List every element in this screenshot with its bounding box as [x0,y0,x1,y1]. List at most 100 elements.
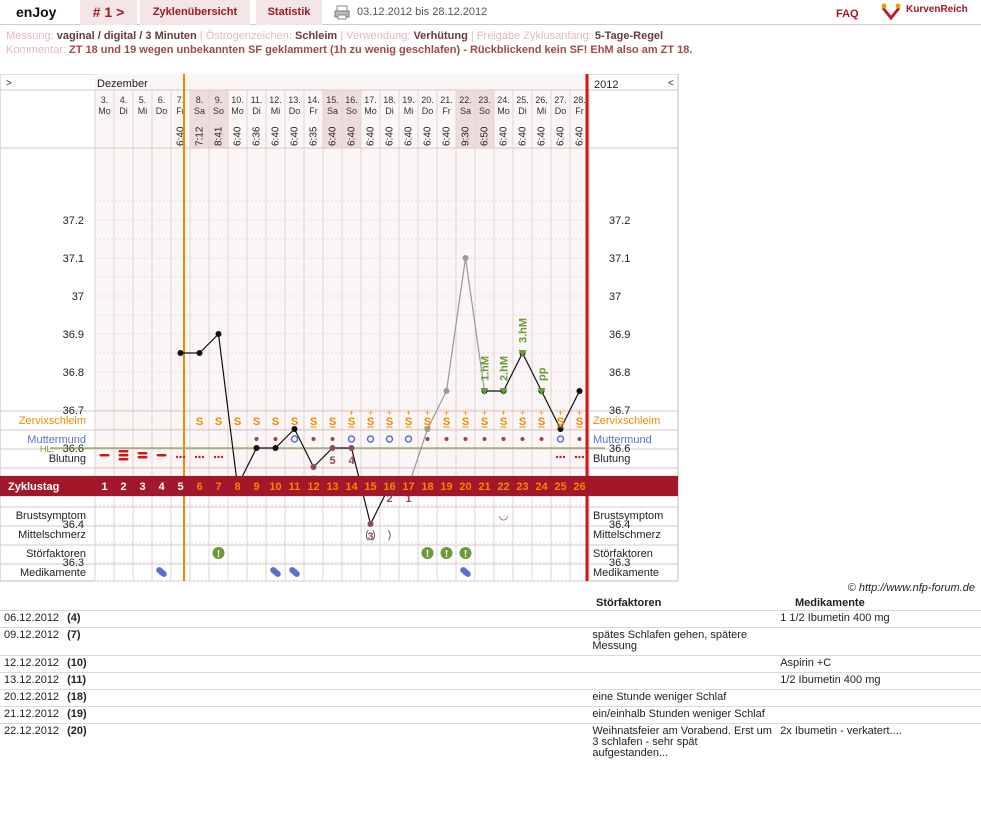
measure-time: 6:40 [575,126,586,146]
measure-time: 6:40 [271,126,282,146]
spotting-mark [555,455,559,459]
day-number: 18. [383,95,396,105]
top-bar: enJoy # 1 > Zyklenübersicht Statistik 03… [0,0,981,25]
measure-time: 6:40 [537,126,548,146]
day-number: 17. [364,95,377,105]
usage-label: Verwendung: [346,30,411,42]
cycle-day-number: 19 [440,481,452,493]
cycle-day-number: 13 [326,481,338,493]
measure-time: 6:40 [290,126,301,146]
day-number: 16. [345,95,358,105]
mucus-plus: + [558,408,563,418]
tab-cycle-overview[interactable]: Zyklenübersicht [140,0,250,25]
cycle-day-number: 3 [139,481,145,493]
weekday: So [479,106,490,116]
cervix-closed-icon [254,437,259,441]
nav-left-button[interactable]: > [6,78,12,89]
note-row: 22.12.2012 (20) Weihnatsfeier am Vorabend.… [0,723,981,762]
cycle-day-number: 26 [573,481,585,493]
mucus-plus: + [406,408,411,418]
mucus-plus: + [349,408,354,418]
temperature-point [443,388,450,394]
weekday: Do [555,106,567,116]
note-disturbance [588,655,777,673]
weekday: Do [289,106,301,116]
cycle-day-number: 16 [383,481,395,493]
row-label-cycle_day: Zyklustag [8,481,59,493]
weekday: Mi [271,106,281,116]
cycle-selector[interactable]: # 1 > [80,0,137,25]
month-label: Dezember [97,78,148,90]
measure-time: 6:40 [233,126,244,146]
cervix-closed-icon [539,437,544,441]
cervix-closed-icon [444,437,449,441]
cervix-closed-icon [463,437,468,441]
high-temp-label: 1.hM [480,356,492,381]
cycle-day-number: 8 [234,481,240,493]
note-medication [776,689,981,707]
estrogen-value: Schleim [295,30,338,42]
note-disturbance [588,610,777,628]
day-number: 11. [251,95,263,105]
cycle-day-number: 4 [158,481,165,493]
row-label-midpain: Mittelschmerz [18,529,86,541]
weekday: Mo [364,106,377,116]
note-disturbance: eine Stunde weniger Schlaf [588,689,777,707]
weekday: Fr [309,106,318,116]
note-medication: 2x Ibumetin - verkatert.... [776,723,981,762]
cycle-day-number: 21 [478,481,490,493]
measure-time: 6:40 [442,126,453,146]
faq-link[interactable]: FAQ [836,6,859,23]
weekday: Mi [537,106,547,116]
day-number: 28. [573,95,586,105]
tab-statistics[interactable]: Statistik [256,0,322,25]
spotting-mark [574,455,578,459]
mucus-plus: + [501,408,506,418]
measure-time: 7:12 [195,126,206,146]
measure-time: 6:40 [347,126,358,146]
weekday: Mo [98,106,111,116]
cycle-day-number: 14 [345,481,358,493]
comment-text: ZT 18 und 19 wegen unbekannten SF geklam… [68,44,693,56]
y-tick-left: 37 [72,291,84,303]
measure-time: 6:40 [556,126,567,146]
estrogen-label: Östrogenzeichen: [205,30,292,42]
cervix-closed-icon [311,437,316,441]
day-number: 5. [139,95,147,105]
spotting-mark [179,455,182,459]
comment-label: Kommentar: [6,44,66,56]
note-disturbance: spätes Schlafen gehen, spätere Messung [588,627,777,656]
y-tick-right: 36.9 [609,329,630,341]
cervix-closed-icon [330,437,335,441]
cycle-day-number: 22 [497,481,509,493]
day-number: 24. [497,95,510,105]
print-icon[interactable] [334,5,350,20]
copyright: © http://www.nfp-forum.de [847,582,975,594]
note-row: 09.12.2012 (7) spätes Schlafen gehen, spät… [0,627,981,656]
brand-name[interactable]: KurvenReich [906,3,968,16]
notes-table: 06.12.2012 (4) 1 1/2 Ibumetin 400 mg 09.12.… [0,610,981,762]
weekday: Do [422,106,434,116]
weekday: Mi [404,106,414,116]
disturbance-icon-mark: ! [445,549,448,560]
note-cycle-day: (19) [63,706,589,724]
measure-time: 6:40 [404,126,415,146]
mucus-symbol: S [253,416,260,428]
measurement-label: Messung: [6,30,54,42]
day-number: 23. [478,95,491,105]
nav-right-button[interactable]: < [668,78,674,89]
cycle-day-number: 12 [307,481,319,493]
breast-symptom-icon: ◡ [499,510,509,522]
cycle-day-number: 6 [196,481,202,493]
usage-value: Verhütung [413,30,468,42]
temperature-point [272,445,279,451]
cycle-info: Messung: vaginal / digital / 3 Minuten |… [6,29,981,57]
bleeding-mark [137,452,148,455]
note-disturbance [588,672,777,690]
temperature-point [310,464,317,470]
spotting-mark [559,455,562,459]
spotting-mark [182,455,186,459]
bleeding-mark [118,454,129,457]
y-tick-left: 36.9 [63,329,84,341]
cycle-day-number: 18 [421,481,433,493]
